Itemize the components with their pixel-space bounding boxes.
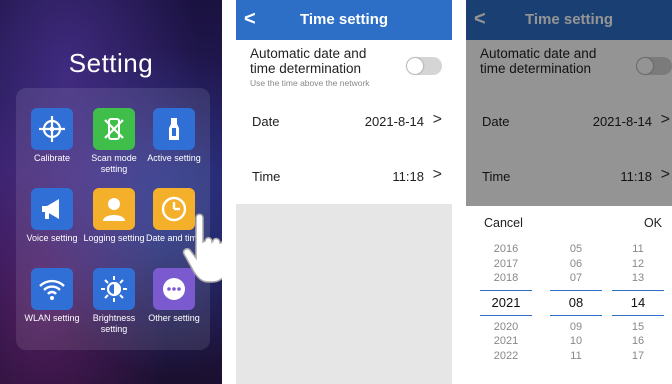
megaphone-icon — [31, 188, 73, 230]
auto-time-label: Automatic date and time determination — [250, 46, 367, 76]
calibrate-icon — [31, 108, 73, 150]
dim-overlay[interactable] — [466, 0, 672, 206]
page-title: Setting — [68, 48, 154, 78]
time-label: Time — [252, 169, 281, 184]
chevron-right-icon: > — [432, 111, 442, 128]
selected-month: 08 — [550, 289, 602, 316]
active-icon — [153, 108, 195, 150]
auto-time-hint: Use the time above the network — [250, 78, 370, 88]
app-label: WLAN setting — [24, 313, 80, 323]
empty-area — [236, 204, 452, 384]
month-wheel[interactable]: 05 06 07 08 09 10 11 — [550, 242, 602, 363]
scan-mode-app[interactable]: Scan mode setting — [82, 108, 146, 175]
scan-mode-icon — [93, 108, 135, 150]
day-wheel[interactable]: 11 12 13 14 15 16 17 — [612, 242, 664, 363]
time-value: 11:18 — [392, 169, 424, 184]
chevron-right-icon: > — [432, 166, 442, 183]
auto-time-toggle[interactable] — [406, 57, 442, 75]
voice-app[interactable]: Voice setting — [20, 188, 84, 244]
date-label: Date — [252, 114, 280, 129]
app-label: Active setting — [147, 153, 201, 163]
brightness-icon — [93, 268, 135, 310]
logging-app[interactable]: Logging setting — [82, 188, 146, 244]
app-label: Calibrate — [33, 153, 71, 163]
calibrate-app[interactable]: Calibrate — [20, 108, 84, 164]
header-bar: < Time setting — [236, 0, 452, 40]
active-app[interactable]: Active setting — [142, 108, 206, 164]
date-picker-sheet: Cancel OK 2016 2017 2018 2021 2020 2021 … — [466, 206, 672, 384]
settings-home-screen: Setting Calibrate Scan mode setting Acti… — [0, 0, 222, 384]
header-title: Time setting — [299, 11, 389, 28]
app-label: Other setting — [148, 313, 200, 323]
app-label: Voice setting — [26, 233, 78, 243]
brightness-app[interactable]: Brightness setting — [82, 268, 146, 335]
ok-button[interactable]: OK — [644, 216, 662, 230]
user-icon — [93, 188, 135, 230]
app-label: Brightness setting — [92, 313, 136, 334]
time-setting-screen: < Time setting Automatic date and time d… — [236, 0, 452, 384]
selected-year: 2021 — [480, 289, 532, 316]
tap-hand-icon — [182, 213, 222, 283]
app-label: Logging setting — [83, 233, 145, 243]
toggle-knob — [407, 58, 423, 74]
selected-day: 14 — [612, 289, 664, 316]
year-wheel[interactable]: 2016 2017 2018 2021 2020 2021 2022 — [480, 242, 532, 363]
wifi-icon — [31, 268, 73, 310]
app-label: Scan mode setting — [91, 153, 137, 174]
date-value: 2021-8-14 — [364, 114, 424, 129]
time-setting-picker-screen: < Time setting Automatic date and time d… — [466, 0, 672, 384]
wlan-app[interactable]: WLAN setting — [20, 268, 84, 324]
cancel-button[interactable]: Cancel — [484, 216, 523, 230]
